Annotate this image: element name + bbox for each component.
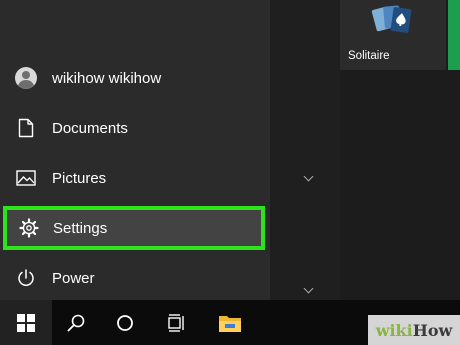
power-item[interactable]: Power: [0, 258, 270, 298]
wikihow-watermark: wiki How: [368, 315, 460, 345]
user-name-label: wikihow wikihow: [52, 69, 162, 87]
chevron-down-icon[interactable]: [303, 283, 314, 294]
green-tile-edge[interactable]: [448, 0, 460, 70]
task-view-button[interactable]: [152, 300, 200, 345]
search-icon: [67, 314, 85, 331]
start-menu-left-pane: [0, 0, 270, 300]
settings-item[interactable]: Settings: [3, 206, 265, 250]
settings-label: Settings: [53, 219, 108, 237]
solitaire-tile[interactable]: Solitaire: [340, 0, 446, 70]
watermark-text-how: How: [412, 320, 453, 340]
solitaire-cards-icon: [371, 5, 412, 33]
windows-logo-icon: [17, 313, 35, 332]
documents-label: Documents: [52, 119, 128, 137]
cortana-circle-icon: [117, 314, 133, 331]
watermark-text-wiki: wiki: [375, 320, 413, 340]
app-list-column: [270, 0, 340, 300]
document-icon: [14, 116, 38, 140]
pictures-label: Pictures: [52, 169, 107, 187]
chevron-down-icon[interactable]: [303, 171, 314, 182]
gear-icon: [17, 216, 41, 240]
power-label: Power: [52, 269, 95, 287]
documents-item[interactable]: Documents: [0, 108, 270, 148]
power-icon: [14, 266, 38, 290]
avatar: [15, 67, 37, 89]
file-explorer-button[interactable]: [206, 300, 254, 345]
solitaire-tile-label: Solitaire: [348, 50, 390, 62]
search-button[interactable]: [52, 300, 100, 345]
task-view-icon: [168, 313, 184, 332]
start-button[interactable]: [0, 300, 52, 345]
folder-icon: [219, 315, 241, 332]
pictures-item[interactable]: Pictures: [0, 158, 270, 198]
cortana-button[interactable]: [101, 300, 149, 345]
picture-icon: [14, 166, 38, 190]
user-avatar: [14, 66, 38, 90]
user-account-item[interactable]: wikihow wikihow: [0, 58, 270, 98]
